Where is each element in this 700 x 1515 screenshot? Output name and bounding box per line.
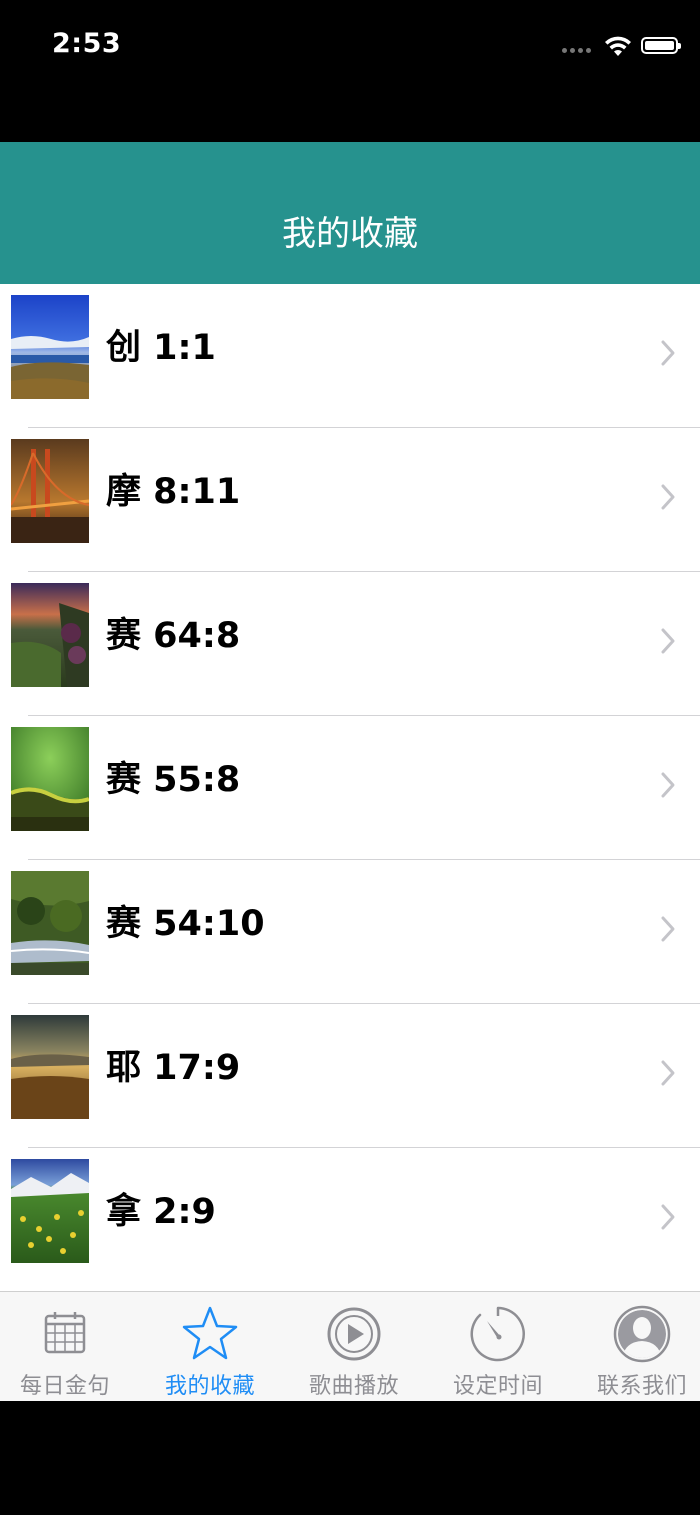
thumbnail-image [11, 727, 89, 831]
page-title: 我的收藏 [282, 214, 418, 254]
battery-icon [641, 37, 681, 54]
status-bar: 2:53 [0, 0, 700, 142]
list-item[interactable]: 摩 8:11 [0, 428, 700, 572]
cellular-signal-icon [562, 44, 598, 54]
status-time: 2:53 [52, 28, 122, 59]
list-item[interactable]: 赛 55:8 [0, 716, 700, 860]
tab-label: 每日金句 [19, 1374, 110, 1399]
tab-contact-us[interactable]: 联系我们 [572, 1292, 700, 1402]
verse-reference: 拿 2:9 [106, 1192, 216, 1232]
thumbnail-image [11, 1015, 89, 1119]
navigation-bar: 我的收藏 [0, 142, 700, 284]
verse-reference: 赛 54:10 [106, 904, 265, 944]
tab-set-time[interactable]: 设定时间 [428, 1292, 568, 1402]
list-item[interactable]: 创 1:1 [0, 284, 700, 428]
verse-reference: 赛 55:8 [106, 760, 241, 800]
tab-label: 设定时间 [452, 1374, 543, 1399]
timer-icon [468, 1304, 528, 1364]
verse-reference: 创 1:1 [106, 328, 216, 368]
tab-label: 联系我们 [596, 1374, 687, 1399]
chevron-right-icon [661, 628, 675, 654]
chevron-right-icon [661, 340, 675, 366]
contact-icon [612, 1304, 672, 1364]
thumbnail-image [11, 1159, 89, 1263]
tab-favorites[interactable]: 我的收藏 [140, 1292, 280, 1402]
chevron-right-icon [661, 772, 675, 798]
chevron-right-icon [661, 1060, 675, 1086]
phone-screen: 2:53 我的收藏 创 1:1 摩 8:11 赛 64:8 赛 55:8 赛 5… [0, 0, 700, 1515]
tab-song-play[interactable]: 歌曲播放 [284, 1292, 424, 1402]
wifi-icon [603, 34, 633, 58]
calendar-icon [35, 1304, 95, 1364]
thumbnail-image [11, 583, 89, 687]
tab-label: 我的收藏 [164, 1374, 255, 1399]
chevron-right-icon [661, 484, 675, 510]
device-notch [152, 0, 556, 60]
list-item[interactable]: 赛 64:8 [0, 572, 700, 716]
chevron-right-icon [661, 916, 675, 942]
list-item[interactable]: 赛 54:10 [0, 860, 700, 1004]
home-indicator-area [0, 1401, 700, 1515]
tab-daily-verse[interactable]: 每日金句 [0, 1292, 135, 1402]
verse-reference: 耶 17:9 [106, 1048, 241, 1088]
verse-reference: 摩 8:11 [106, 472, 241, 512]
list-item[interactable]: 耶 17:9 [0, 1004, 700, 1148]
tab-label: 歌曲播放 [308, 1374, 399, 1399]
verse-reference: 赛 64:8 [106, 616, 241, 656]
play-icon [324, 1304, 384, 1364]
chevron-right-icon [661, 1204, 675, 1230]
tab-bar: 每日金句 我的收藏 歌曲播放 设定时间 联系我们 [0, 1291, 700, 1401]
list-item[interactable]: 拿 2:9 [0, 1148, 700, 1291]
thumbnail-image [11, 439, 89, 543]
favorites-list: 创 1:1 摩 8:11 赛 64:8 赛 55:8 赛 54:10 耶 17:… [0, 284, 700, 1291]
thumbnail-image [11, 295, 89, 399]
star-icon [180, 1304, 240, 1364]
thumbnail-image [11, 871, 89, 975]
